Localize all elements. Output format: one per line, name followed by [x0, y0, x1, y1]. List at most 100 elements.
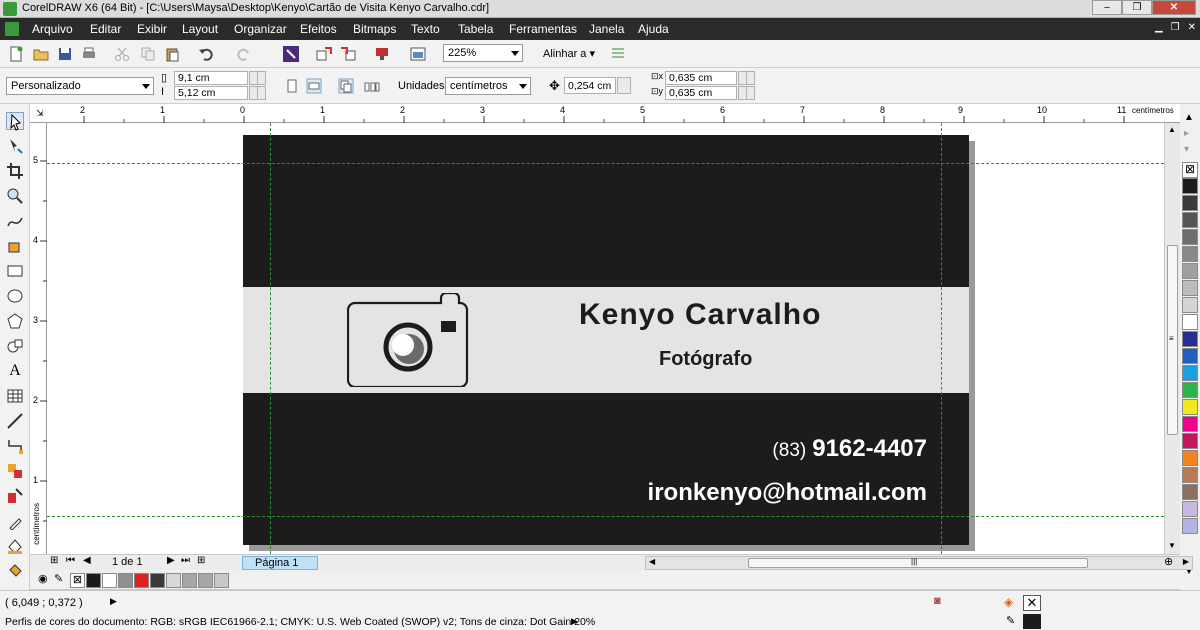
horizontal-scroll-thumb[interactable]: ||| — [748, 557, 1088, 568]
fill-none-swatch[interactable]: ✕ — [1023, 595, 1041, 611]
palette-swatch[interactable] — [1182, 195, 1198, 211]
horizontal-scrollbar[interactable]: ◀ ||| ▶ — [645, 556, 1193, 570]
palette-swatch[interactable] — [1182, 382, 1198, 398]
document-palette-swatch[interactable] — [198, 573, 213, 588]
paste-icon[interactable] — [164, 46, 180, 62]
publish-pdf-icon[interactable] — [374, 46, 390, 62]
height-spinner-2[interactable] — [257, 86, 266, 100]
dimension-tool-icon[interactable] — [6, 412, 24, 430]
blend-tool-icon[interactable] — [6, 462, 24, 480]
page-width-field[interactable]: 9,1 cm — [174, 71, 248, 85]
crop-tool-icon[interactable] — [6, 162, 24, 180]
horizontal-ruler[interactable]: ⇲ 2 1 0 1 2 3 4 5 6 7 8 9 10 11 centímet… — [30, 104, 1180, 123]
guideline-top[interactable] — [47, 163, 1164, 164]
prev-page-icon[interactable]: ◀ — [83, 555, 91, 566]
menu-editar[interactable]: Editar — [90, 22, 121, 36]
palette-menu-icon[interactable]: ▸ — [1184, 128, 1189, 139]
close-button[interactable]: ✕ — [1152, 0, 1196, 15]
add-page-after-icon[interactable]: ⊞ — [197, 555, 205, 566]
coordinates-menu-icon[interactable]: ▶ — [110, 596, 117, 607]
maximize-button[interactable]: ❐ — [1122, 0, 1152, 15]
palette-swatch[interactable] — [1182, 365, 1198, 381]
snap-options-icon[interactable] — [610, 46, 626, 62]
menu-layout[interactable]: Layout — [182, 22, 218, 36]
nudge-spinner[interactable] — [617, 77, 631, 94]
menu-organizar[interactable]: Organizar — [234, 22, 287, 36]
menu-texto[interactable]: Texto — [411, 22, 440, 36]
palette-swatch[interactable] — [1182, 280, 1198, 296]
basic-shapes-tool-icon[interactable] — [6, 337, 24, 355]
doc-restore-icon[interactable]: ❐ — [1171, 22, 1180, 33]
palette-swatch[interactable] — [1182, 297, 1198, 313]
polygon-tool-icon[interactable] — [6, 312, 24, 330]
fill-indicator-icon[interactable]: ◈ — [1004, 595, 1013, 609]
document-palette-swatch[interactable] — [182, 573, 197, 588]
vertical-scroll-thumb[interactable]: ≡ — [1167, 245, 1178, 435]
menu-ajuda[interactable]: Ajuda — [638, 22, 669, 36]
smart-fill-tool-icon[interactable] — [6, 237, 24, 255]
new-document-icon[interactable] — [8, 46, 24, 62]
palette-scroll-icon[interactable]: ▾ — [1184, 144, 1189, 155]
palette-swatch[interactable] — [1182, 433, 1198, 449]
menu-efeitos[interactable]: Efeitos — [300, 22, 337, 36]
document-icon[interactable] — [5, 22, 19, 36]
connector-tool-icon[interactable] — [6, 437, 24, 455]
palette-swatch[interactable] — [1182, 450, 1198, 466]
palette-options-icon[interactable]: ◉ — [38, 572, 48, 585]
portrait-icon[interactable] — [284, 78, 300, 94]
add-page-before-icon[interactable]: ⊞ — [50, 555, 58, 566]
palette-scroll-up-icon[interactable]: ▲ — [1184, 112, 1194, 123]
menu-exibir[interactable]: Exibir — [137, 22, 167, 36]
scroll-right-icon[interactable]: ▶ — [1183, 557, 1189, 566]
zoom-navigator-icon[interactable]: ⊕ — [1164, 555, 1173, 568]
drawing-canvas[interactable]: Kenyo Carvalho Fotógrafo (83) 9162-4407 i… — [47, 123, 1164, 554]
menu-tabela[interactable]: Tabela — [458, 22, 493, 36]
search-content-icon[interactable] — [283, 46, 299, 62]
rectangle-tool-icon[interactable] — [6, 262, 24, 280]
eyedropper-tool-icon[interactable] — [6, 512, 24, 531]
application-launcher-icon[interactable] — [410, 46, 426, 62]
import-icon[interactable] — [316, 46, 332, 62]
duplicate-y-field[interactable]: 0,635 cm — [665, 86, 737, 100]
page-height-field[interactable]: 5,12 cm — [174, 86, 248, 100]
vertical-scrollbar[interactable]: ▲ ≡ ▼ — [1164, 123, 1180, 554]
current-page-icon[interactable] — [364, 78, 380, 94]
palette-swatch[interactable] — [1182, 212, 1198, 228]
scroll-down-icon[interactable]: ▼ — [1168, 541, 1176, 550]
palette-swatch[interactable] — [1182, 416, 1198, 432]
transparency-tool-icon[interactable] — [6, 487, 24, 505]
undo-icon[interactable] — [198, 46, 214, 62]
next-page-icon[interactable]: ▶ — [167, 555, 175, 566]
palette-swatch[interactable] — [1182, 518, 1198, 534]
dup-y-spinner-2[interactable] — [746, 86, 755, 100]
outline-color-swatch[interactable] — [1023, 614, 1041, 629]
palette-swatch[interactable] — [1182, 399, 1198, 415]
table-tool-icon[interactable] — [6, 387, 24, 405]
copy-icon[interactable] — [140, 46, 156, 62]
scroll-left-icon[interactable]: ◀ — [649, 557, 655, 566]
menu-bitmaps[interactable]: Bitmaps — [353, 22, 396, 36]
card-email-text[interactable]: ironkenyo@hotmail.com — [648, 479, 927, 507]
fill-tool-icon[interactable] — [6, 562, 24, 580]
tab-page-1[interactable]: Página 1 — [242, 556, 318, 570]
eyedropper-icon[interactable]: ✎ — [54, 572, 63, 585]
guideline-right[interactable] — [941, 123, 942, 554]
redo-icon[interactable] — [236, 46, 252, 62]
no-color-swatch[interactable]: ⊠ — [1182, 162, 1198, 178]
document-palette-swatch[interactable] — [134, 573, 149, 588]
guideline-bottom[interactable] — [47, 516, 1164, 517]
pick-tool-icon[interactable] — [6, 112, 24, 131]
doc-close-icon[interactable]: ✕ — [1188, 22, 1196, 33]
palette-swatch[interactable] — [1182, 246, 1198, 262]
text-tool-icon[interactable]: A — [6, 362, 24, 380]
menu-janela[interactable]: Janela — [589, 22, 624, 36]
document-palette-swatch[interactable] — [86, 573, 101, 588]
page-size-preset-select[interactable]: Personalizado — [6, 77, 154, 95]
width-spinner-2[interactable] — [257, 71, 266, 85]
no-color-swatch[interactable]: ⊠ — [70, 573, 85, 588]
menu-arquivo[interactable]: Arquivo — [32, 22, 73, 36]
outline-tool-icon[interactable] — [6, 537, 24, 555]
save-icon[interactable] — [57, 46, 73, 62]
open-folder-icon[interactable] — [33, 46, 49, 62]
palette-swatch[interactable] — [1182, 348, 1198, 364]
